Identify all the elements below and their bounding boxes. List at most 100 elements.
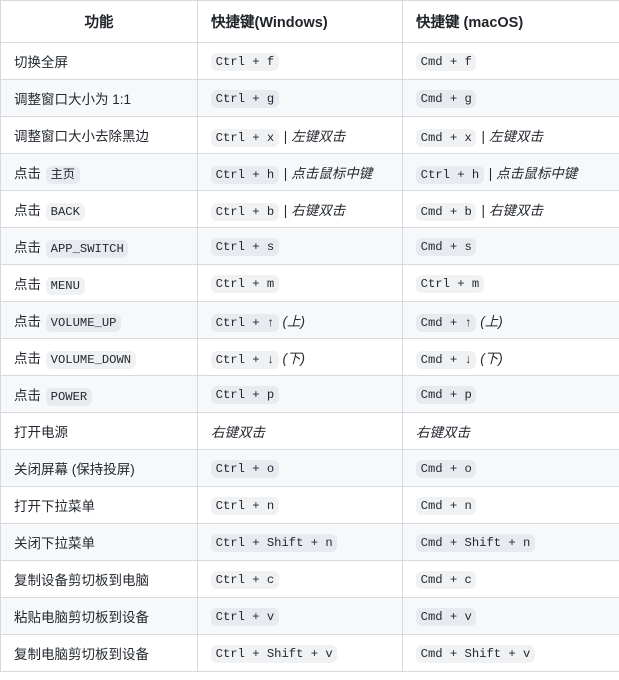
shortcut-cell-macos: Cmd + o xyxy=(402,449,619,487)
function-target-chip: MENU xyxy=(46,276,85,296)
table-row: 切换全屏 Ctrl + f Cmd + f xyxy=(0,42,619,80)
shortcut-key-chip: Ctrl + Shift + n xyxy=(211,533,338,553)
shortcut-cell-windows: Ctrl + m xyxy=(197,264,403,302)
shortcut-key-chip: Ctrl + f xyxy=(211,52,279,72)
shortcut-cell-windows: Ctrl + o xyxy=(197,449,403,487)
function-cell: 粘贴电脑剪切板到设备 xyxy=(0,597,198,635)
table-row: 点击 POWER Ctrl + p Cmd + p xyxy=(0,375,619,413)
function-label: 调整窗口大小为 1:1 xyxy=(14,92,132,107)
shortcut-alt-action: (下) xyxy=(282,351,306,366)
shortcut-cell-windows: Ctrl + Shift + n xyxy=(197,523,403,561)
shortcut-cell-windows: Ctrl + h | 点击鼠标中键 xyxy=(197,153,403,191)
function-cell: 点击 VOLUME_UP xyxy=(0,301,198,339)
function-cell: 打开电源 xyxy=(0,412,198,450)
function-label: 复制电脑剪切板到设备 xyxy=(14,647,149,662)
column-header-function: 功能 xyxy=(0,0,198,43)
table-row: 点击 APP_SWITCH Ctrl + s Cmd + s xyxy=(0,227,619,265)
function-cell: 切换全屏 xyxy=(0,42,198,80)
function-cell: 点击 APP_SWITCH xyxy=(0,227,198,265)
shortcut-key-chip: Cmd + b xyxy=(416,202,477,222)
function-cell: 点击 POWER xyxy=(0,375,198,413)
shortcut-separator: | xyxy=(283,129,288,144)
shortcut-key-chip: Cmd + p xyxy=(416,385,477,405)
shortcut-alt-action: (下) xyxy=(480,351,503,366)
shortcut-cell-windows: Ctrl + v xyxy=(197,597,403,635)
shortcut-key-chip: Ctrl + x xyxy=(211,128,279,148)
table-row: 复制电脑剪切板到设备 Ctrl + Shift + v Cmd + Shift + … xyxy=(0,634,619,672)
table-row: 复制设备剪切板到电脑 Ctrl + c Cmd + c xyxy=(0,560,619,598)
shortcut-cell-windows: Ctrl + ↑ (上) xyxy=(197,301,403,339)
function-cell: 打开下拉菜单 xyxy=(0,486,198,524)
shortcut-cell-macos: Ctrl + h | 点击鼠标中键 xyxy=(402,153,619,191)
shortcut-key-chip: Cmd + s xyxy=(416,237,477,257)
shortcut-separator: | xyxy=(283,166,288,181)
table-row: 点击 VOLUME_UP Ctrl + ↑ (上) Cmd + ↑ (上) xyxy=(0,301,619,339)
function-label: 点击 xyxy=(14,166,41,181)
table-body: 切换全屏 Ctrl + f Cmd + f 调整窗口大小为 1:1 Ctrl + g Cm… xyxy=(0,42,619,672)
function-label: 调整窗口大小去除黑边 xyxy=(14,129,149,144)
shortcut-alt-action: 左键双击 xyxy=(488,129,543,144)
shortcut-separator: | xyxy=(481,129,485,144)
shortcut-cell-windows: Ctrl + p xyxy=(197,375,403,413)
function-cell: 调整窗口大小去除黑边 xyxy=(0,116,198,154)
function-label: 打开电源 xyxy=(14,425,68,440)
shortcut-cell-windows: Ctrl + g xyxy=(197,79,403,117)
shortcut-key-chip: Cmd + n xyxy=(416,496,477,516)
shortcut-alt-action: 右键双击 xyxy=(211,425,265,440)
table-row: 点击 MENU Ctrl + m Ctrl + m xyxy=(0,264,619,302)
shortcut-key-chip: Cmd + ↑ xyxy=(416,313,477,333)
table-row: 点击 BACK Ctrl + b | 右键双击 Cmd + b | 右键双击 xyxy=(0,190,619,228)
shortcut-key-chip: Ctrl + n xyxy=(211,496,279,516)
shortcut-key-chip: Ctrl + o xyxy=(211,459,279,479)
shortcut-alt-action: 右键双击 xyxy=(488,203,543,218)
shortcut-cell-macos: Cmd + v xyxy=(402,597,619,635)
function-cell: 点击 VOLUME_DOWN xyxy=(0,338,198,376)
table-row: 点击 主页 Ctrl + h | 点击鼠标中键 Ctrl + h | 点击鼠标中键 xyxy=(0,153,619,191)
shortcut-cell-windows: Ctrl + c xyxy=(197,560,403,598)
shortcut-cell-macos: Cmd + c xyxy=(402,560,619,598)
table-row: 打开电源 右键双击 右键双击 xyxy=(0,412,619,450)
function-target-chip: VOLUME_DOWN xyxy=(46,350,136,370)
function-label: 关闭下拉菜单 xyxy=(14,536,95,551)
column-header-windows: 快捷键(Windows) xyxy=(197,0,403,43)
shortcut-key-chip: Ctrl + m xyxy=(416,274,484,294)
shortcut-key-chip: Ctrl + b xyxy=(211,202,279,222)
function-target-chip: APP_SWITCH xyxy=(46,239,129,259)
column-header-macos: 快捷键 (macOS) xyxy=(402,0,619,43)
shortcut-key-chip: Ctrl + ↓ xyxy=(211,350,279,370)
shortcut-key-chip: Ctrl + Shift + v xyxy=(211,644,338,664)
shortcut-cell-windows: Ctrl + f xyxy=(197,42,403,80)
function-cell: 点击 BACK xyxy=(0,190,198,228)
shortcut-key-chip: Ctrl + s xyxy=(211,237,279,257)
shortcut-key-chip: Ctrl + h xyxy=(211,165,279,185)
shortcut-separator: | xyxy=(481,203,485,218)
shortcut-key-chip: Ctrl + v xyxy=(211,607,279,627)
shortcut-separator: | xyxy=(488,166,493,181)
shortcut-key-chip: Ctrl + p xyxy=(211,385,279,405)
shortcut-cell-macos: Cmd + s xyxy=(402,227,619,265)
function-label: 点击 xyxy=(14,203,41,218)
function-label: 点击 xyxy=(14,351,41,366)
shortcut-key-chip: Cmd + c xyxy=(416,570,477,590)
function-label: 打开下拉菜单 xyxy=(14,499,95,514)
shortcut-key-chip: Ctrl + h xyxy=(416,165,484,185)
function-label: 点击 xyxy=(14,277,41,292)
shortcut-cell-windows: 右键双击 xyxy=(197,412,403,450)
shortcut-key-chip: Cmd + Shift + v xyxy=(416,644,535,664)
shortcut-cell-macos: Cmd + ↓ (下) xyxy=(402,338,619,376)
function-target-chip: 主页 xyxy=(46,165,80,185)
shortcut-alt-action: (上) xyxy=(282,314,306,329)
function-target-chip: BACK xyxy=(46,202,85,222)
shortcut-alt-action: (上) xyxy=(480,314,503,329)
shortcut-cell-macos: Cmd + x | 左键双击 xyxy=(402,116,619,154)
function-label: 关闭屏幕 (保持投屏) xyxy=(14,462,135,477)
shortcut-cell-macos: 右键双击 xyxy=(402,412,619,450)
function-label: 点击 xyxy=(14,240,41,255)
shortcut-table-container: 功能 快捷键(Windows) 快捷键 (macOS) 切换全屏 Ctrl + f… xyxy=(0,0,619,672)
shortcut-alt-action: 点击鼠标中键 xyxy=(291,166,373,181)
shortcut-key-chip: Cmd + o xyxy=(416,459,477,479)
shortcut-key-chip: Ctrl + g xyxy=(211,89,279,109)
function-target-chip: VOLUME_UP xyxy=(46,313,122,333)
shortcut-cell-macos: Cmd + p xyxy=(402,375,619,413)
shortcut-alt-action: 右键双击 xyxy=(416,425,470,440)
